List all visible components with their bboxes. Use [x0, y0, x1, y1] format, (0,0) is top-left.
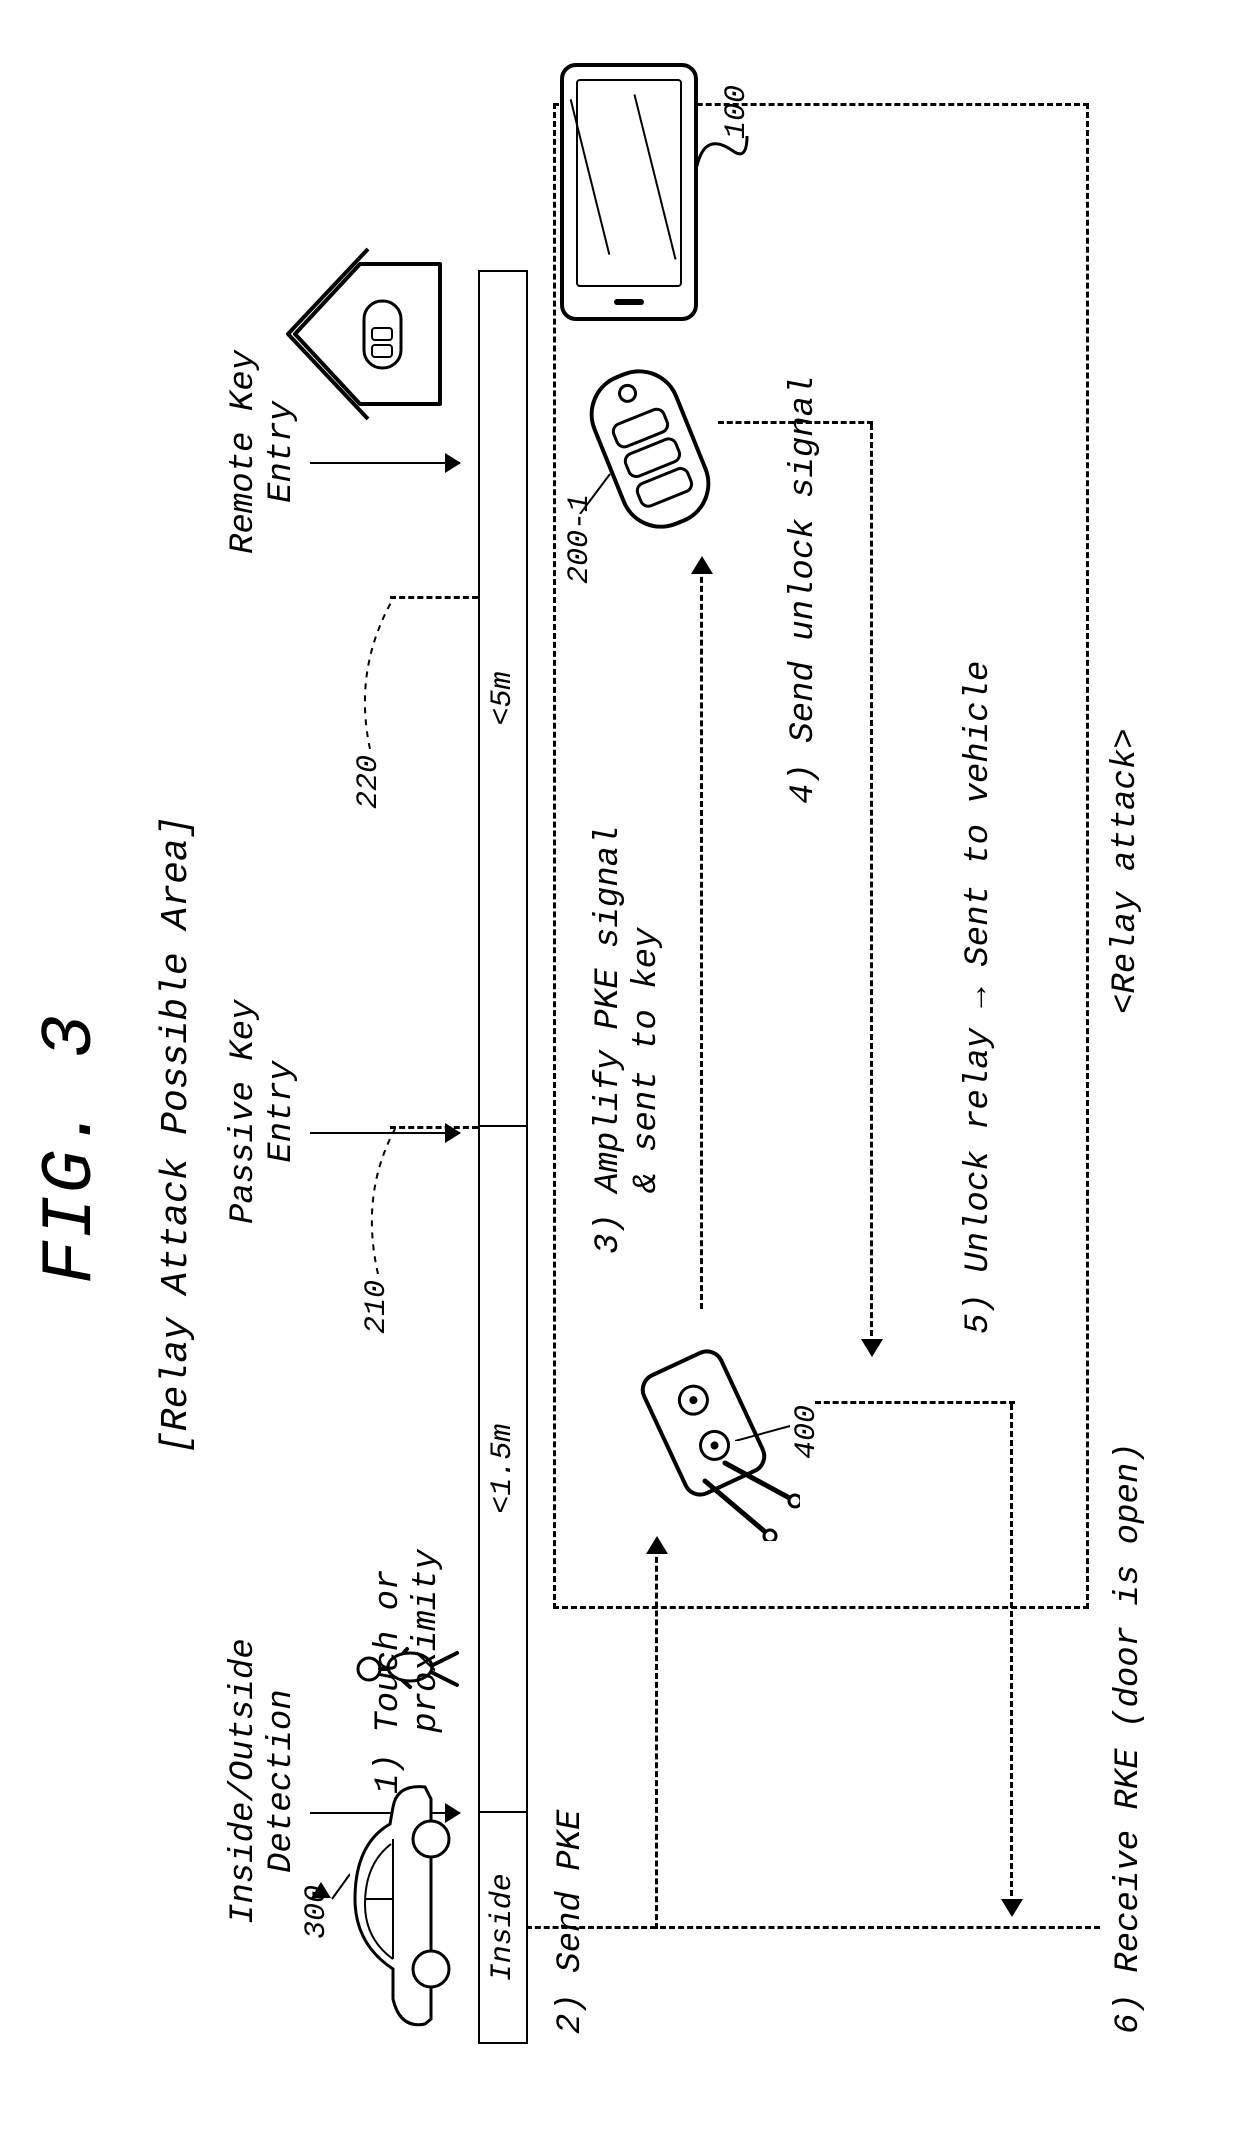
step-4-label: 4) Send unlock signal [785, 376, 823, 804]
ref-400-leader [735, 1411, 795, 1441]
step-2-vline [526, 1926, 656, 1929]
figure-title: FIG. 3 [30, 1013, 112, 1284]
step-6-label: 6) Receive RKE (door is open) [1110, 1442, 1148, 2034]
small-fob-icon [360, 297, 405, 372]
step-1-label: 1) Touch or proximity [370, 1549, 446, 1794]
step-2-label: 2) Send PKE [552, 1810, 590, 2034]
step-4-arrow [870, 424, 873, 1354]
ref-220-leader [355, 594, 425, 749]
ref-400: 400 [790, 1405, 824, 1459]
range-seg-inside: Inside [480, 1811, 526, 2042]
ref-220: 220 [352, 755, 386, 809]
ref-300-leader [310, 1864, 350, 1904]
vehicle-icon [335, 1779, 465, 2039]
zone-arrow-rke [310, 462, 460, 464]
smartphone-icon [560, 63, 698, 321]
ref-210: 210 [360, 1280, 394, 1334]
step-5-label: 5) Unlock relay → Sent to vehicle [960, 661, 998, 1334]
range-seg-rke: <5m [480, 272, 526, 1125]
range-bar: Inside <1.5m <5m [478, 270, 528, 2044]
zone-label-inside-outside: Inside/Outside Detection [225, 1638, 301, 1924]
zone-label-pke: Passive Key Entry [225, 1000, 301, 1224]
range-seg-pke: <1.5m [480, 1125, 526, 1810]
step-5-arrow [1010, 1404, 1013, 1914]
ref-210-leader [360, 1124, 430, 1274]
ref-100-leader [695, 91, 755, 171]
step-6-vline [660, 1926, 1100, 1929]
step-4-vline [718, 421, 873, 424]
step-3-arrow [700, 559, 703, 1309]
relay-vline [815, 1401, 1015, 1404]
relay-attack-caption: <Relay attack> [1107, 728, 1145, 1014]
figure-subtitle: [Relay Attack Possible Area] [155, 815, 198, 1454]
ref-200-1-leader [575, 464, 615, 514]
step-3-label: 3) Amplify PKE signal & sent to key [590, 826, 666, 1254]
